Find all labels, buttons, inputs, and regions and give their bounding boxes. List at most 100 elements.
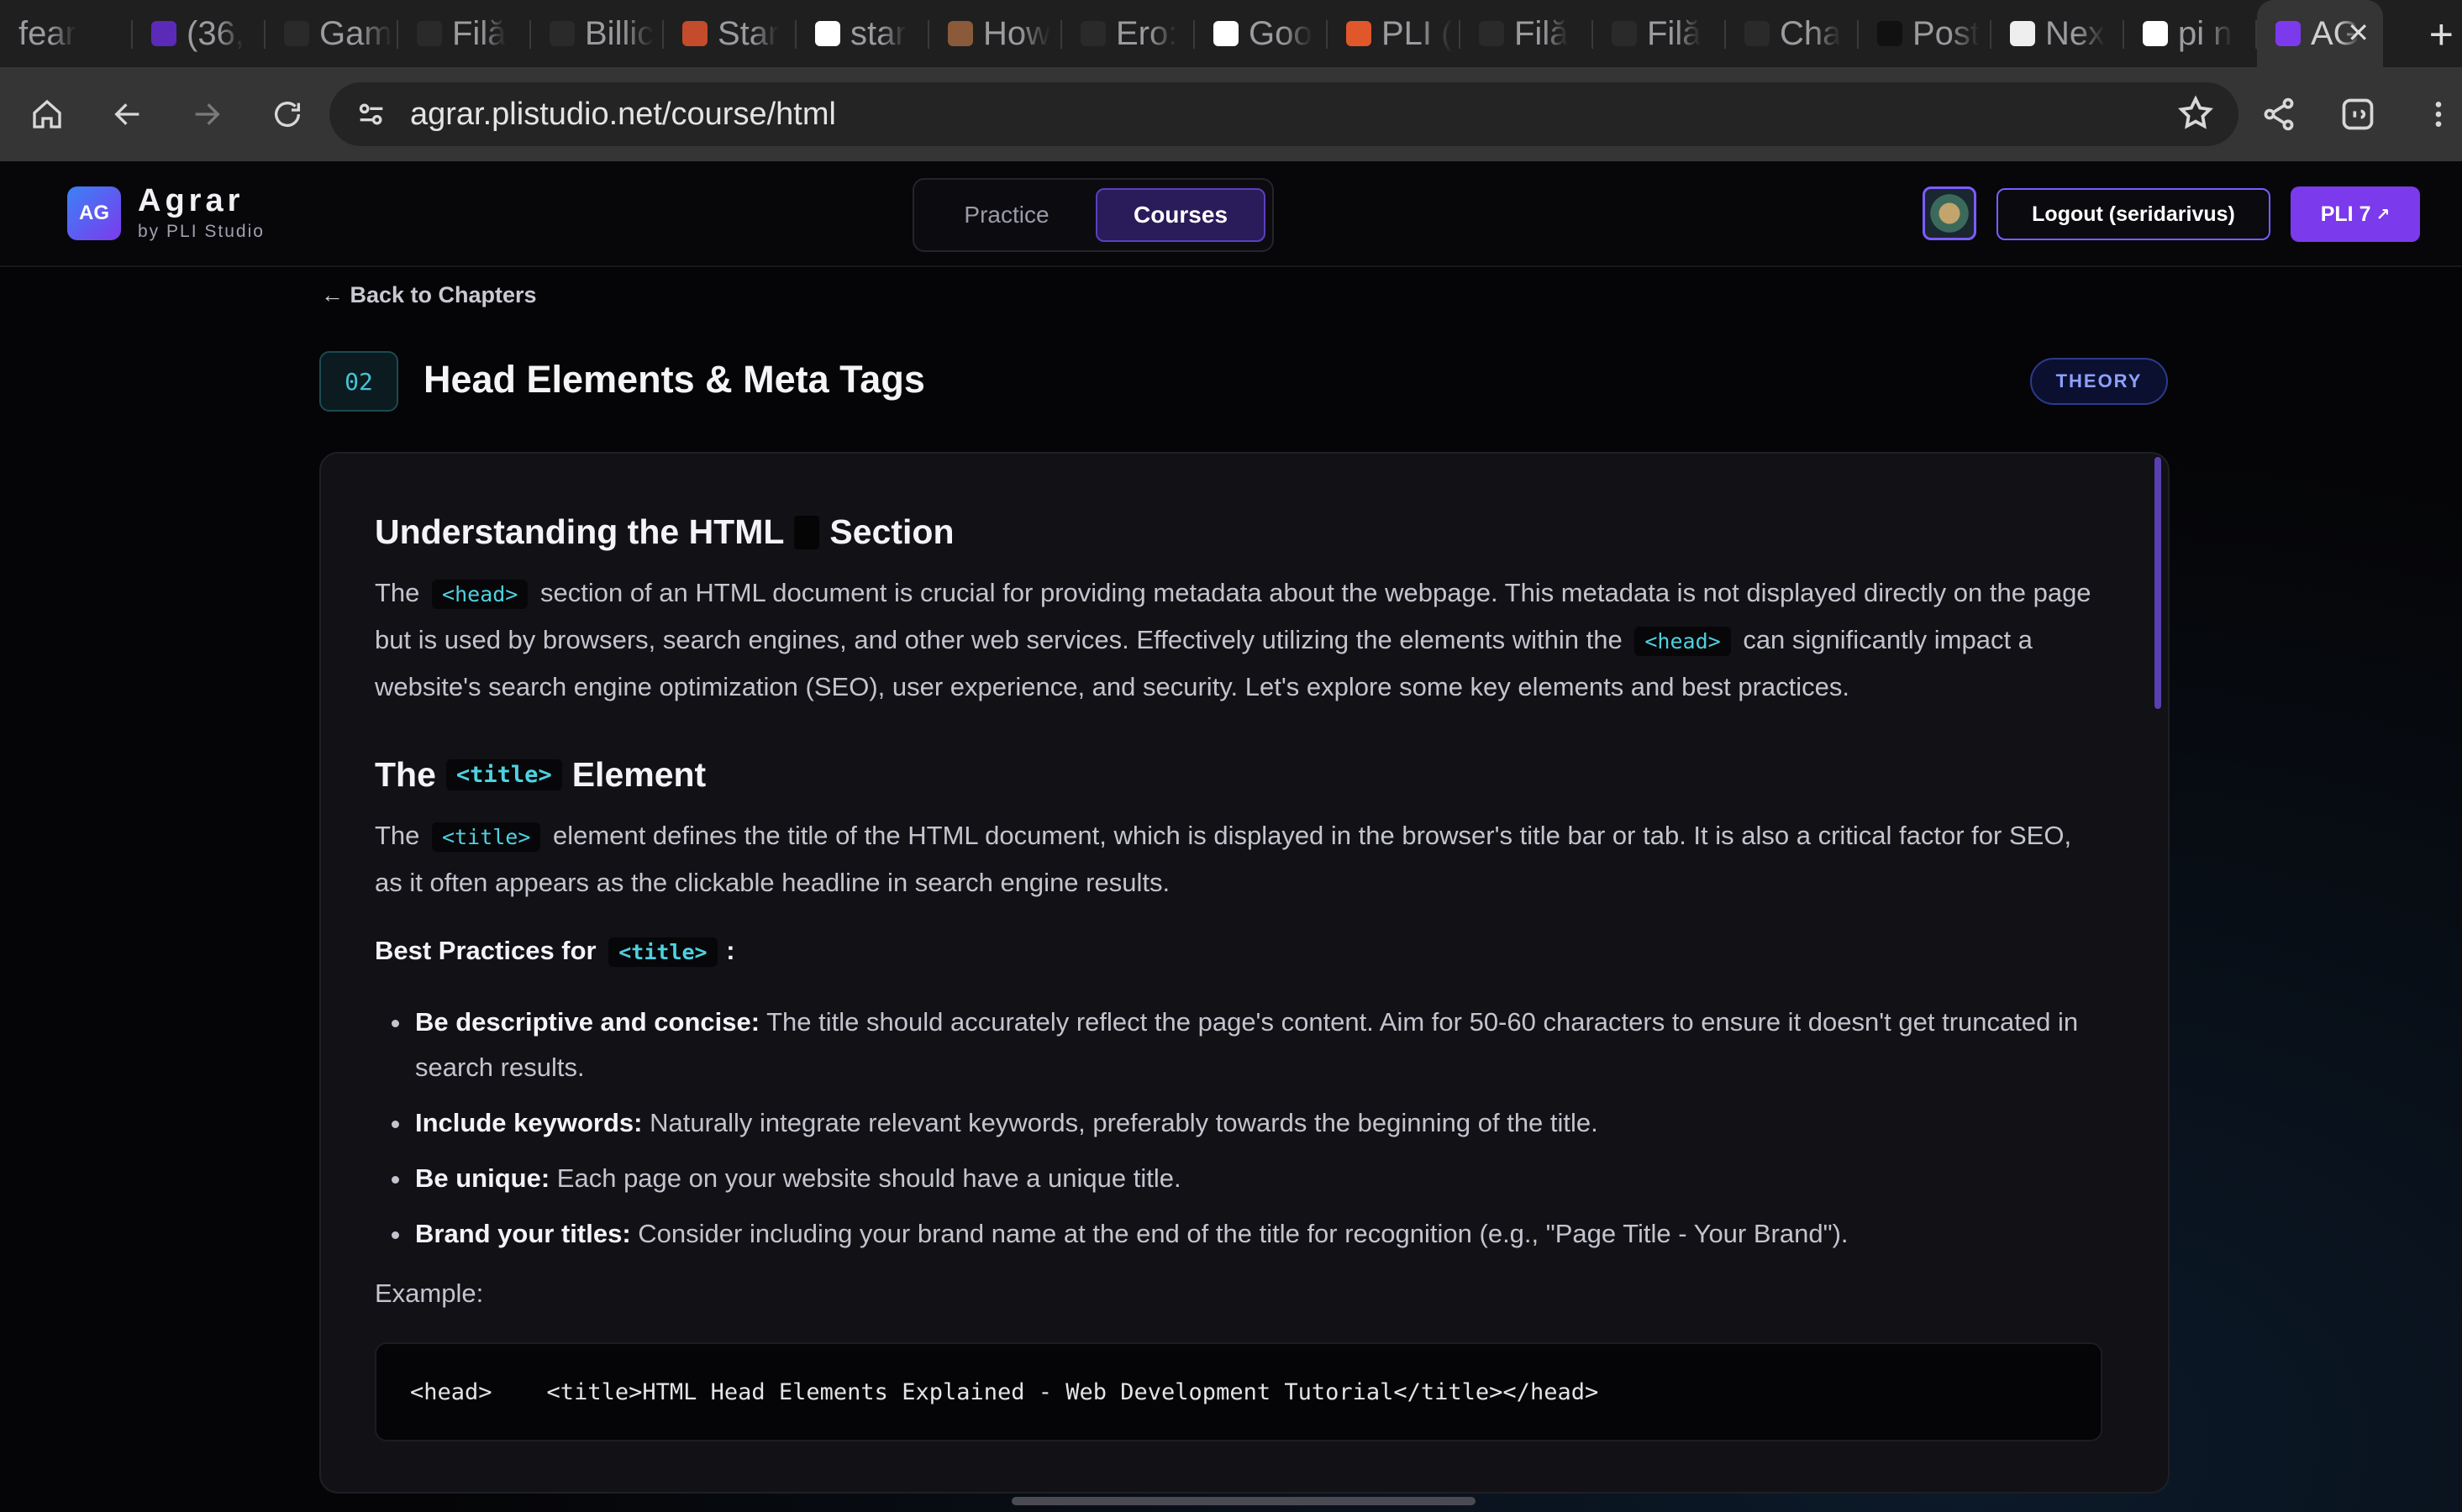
- share-icon[interactable]: [2252, 87, 2306, 141]
- back-arrow-icon[interactable]: [101, 87, 155, 141]
- heading-text: Understanding the HTML: [375, 512, 785, 551]
- google-icon: [1213, 21, 1239, 46]
- inline-code: <head>: [432, 580, 529, 609]
- list-item-text: Naturally integrate relevant keywords, p…: [650, 1108, 1598, 1137]
- browser-tab[interactable]: Post: [1859, 0, 1991, 67]
- back-to-chapters-link[interactable]: ← Back to Chapters: [321, 282, 537, 308]
- openai-icon: [1479, 21, 1504, 46]
- paragraph-text: element defines the title of the HTML do…: [375, 821, 2072, 897]
- section-heading-head: Understanding the HTML Section: [375, 512, 2097, 552]
- menu-kebab-icon[interactable]: [2412, 87, 2462, 141]
- brand-subtitle: by PLI Studio: [138, 222, 265, 241]
- tab-courses[interactable]: Courses: [1096, 188, 1265, 242]
- brand-name[interactable]: Agrar: [138, 183, 244, 219]
- chatgpt-icon: [1744, 21, 1770, 46]
- tab-practice[interactable]: Practice: [924, 188, 1089, 242]
- browser-tab-title: star: [850, 14, 907, 52]
- horizontal-scrollbar[interactable]: [1012, 1497, 1476, 1505]
- browser-tab[interactable]: Filă: [1593, 0, 1726, 67]
- best-practices-list: Be descriptive and concise: The title sh…: [392, 1000, 2097, 1257]
- browser-tab-title: Billic: [585, 14, 655, 52]
- browser-tab[interactable]: Goo: [1195, 0, 1328, 67]
- browser-tab[interactable]: pi n: [2124, 0, 2257, 67]
- pli-button-label: PLI 7: [2320, 202, 2371, 226]
- site-icon: [682, 21, 708, 46]
- section-heading-title: The <title> Element: [375, 755, 2097, 795]
- inline-code: <title>: [608, 937, 718, 967]
- browser-tab[interactable]: Gam: [266, 0, 398, 67]
- forward-arrow-icon[interactable]: [180, 87, 234, 141]
- logout-button[interactable]: Logout (seridarivus): [1996, 188, 2270, 240]
- best-practices-heading: Best Practices for <title> :: [375, 936, 2097, 967]
- agrar-icon: [2275, 21, 2301, 46]
- inline-code: <title>: [432, 822, 541, 852]
- reload-icon[interactable]: [260, 87, 314, 141]
- site-settings-icon[interactable]: [355, 97, 388, 135]
- browser-tab[interactable]: Billic: [531, 0, 664, 67]
- inline-code: <head>: [1634, 627, 1731, 656]
- browser-tab-title: How: [983, 14, 1051, 52]
- google-icon: [2143, 21, 2168, 46]
- browser-tab[interactable]: PLI (: [1328, 0, 1460, 67]
- pli-button[interactable]: PLI 7 ↗: [2291, 186, 2420, 242]
- browser-tab[interactable]: Star: [664, 0, 797, 67]
- intro-paragraph: The <head> section of an HTML document i…: [375, 570, 2097, 710]
- browser-tab[interactable]: Cha: [1726, 0, 1859, 67]
- inline-code: <title>: [445, 759, 562, 790]
- browser-tab-title: Gam: [319, 14, 392, 52]
- list-item: Be unique: Each page on your website sho…: [392, 1156, 2097, 1201]
- browser-tab[interactable]: Filă: [398, 0, 531, 67]
- list-item-term: Include keywords:: [415, 1108, 643, 1137]
- paragraph-text: The: [375, 821, 420, 850]
- extension-icon[interactable]: [2331, 87, 2385, 141]
- site-icon: [2010, 21, 2035, 46]
- browser-tab-title: Filă: [1647, 14, 1702, 52]
- url-text[interactable]: agrar.plistudio.net/course/html: [410, 97, 836, 133]
- browser-tab[interactable]: (36,: [133, 0, 266, 67]
- chatgpt-icon: [550, 21, 575, 46]
- site-icon: [1877, 21, 1902, 46]
- avatar[interactable]: [1923, 186, 1976, 240]
- browser-tab-title: pi n: [2178, 14, 2233, 52]
- site-navbar: AG Agrar by PLI Studio Practice Courses …: [0, 161, 2462, 267]
- page-title: Head Elements & Meta Tags: [423, 358, 925, 401]
- browser-tab[interactable]: fear: [0, 0, 133, 67]
- external-link-icon: ↗: [2375, 205, 2391, 224]
- browser-tab-title: Filă: [1514, 14, 1569, 52]
- missing-code-block: [794, 515, 820, 549]
- browser-tab[interactable]: star: [797, 0, 929, 67]
- list-item-text: Each page on your website should have a …: [556, 1163, 1181, 1193]
- browser-tab-title: (36,: [187, 14, 245, 52]
- code-example-block[interactable]: <head> <title>HTML Head Elements Explain…: [375, 1342, 2102, 1441]
- paragraph-text: The: [375, 578, 420, 607]
- address-bar[interactable]: agrar.plistudio.net/course/html: [329, 82, 2238, 146]
- close-tab-icon[interactable]: ✕: [2347, 17, 2370, 49]
- logo-icon[interactable]: AG: [67, 186, 121, 240]
- list-item-term: Be descriptive and concise:: [415, 1007, 760, 1037]
- globe-icon: [1081, 21, 1106, 46]
- home-icon[interactable]: [20, 87, 74, 141]
- list-item: Be descriptive and concise: The title sh…: [392, 1000, 2097, 1090]
- bookmark-star-icon[interactable]: [2176, 94, 2215, 137]
- browser-tab-title: Goo: [1249, 14, 1313, 52]
- browser-tab-title: fear: [18, 14, 76, 52]
- chapter-number-badge: 02: [319, 351, 398, 412]
- example-label: Example:: [375, 1278, 484, 1308]
- browser-toolbar: agrar.plistudio.net/course/html: [0, 67, 2462, 161]
- google-icon: [815, 21, 840, 46]
- browser-tab-active[interactable]: AG ✕: [2257, 0, 2383, 67]
- flame-icon: [1346, 21, 1371, 46]
- vertical-scrollbar[interactable]: [2154, 457, 2161, 709]
- browser-tab[interactable]: Filă: [1460, 0, 1593, 67]
- list-item-term: Brand your titles:: [415, 1219, 631, 1248]
- browser-tab-title: Post: [1912, 14, 1981, 52]
- browser-tab[interactable]: How: [929, 0, 1062, 67]
- section-switcher: Practice Courses: [913, 178, 1274, 252]
- new-tab-plus-icon[interactable]: +: [2429, 10, 2454, 59]
- browser-tab[interactable]: Nex: [1991, 0, 2124, 67]
- browser-tab-title: Star: [718, 14, 780, 52]
- browser-tab-title: Nex: [2045, 14, 2106, 52]
- lesson-content-card[interactable]: Understanding the HTML Section The <head…: [319, 452, 2170, 1494]
- browser-tab[interactable]: Ero:: [1062, 0, 1195, 67]
- theory-badge: THEORY: [2030, 358, 2168, 405]
